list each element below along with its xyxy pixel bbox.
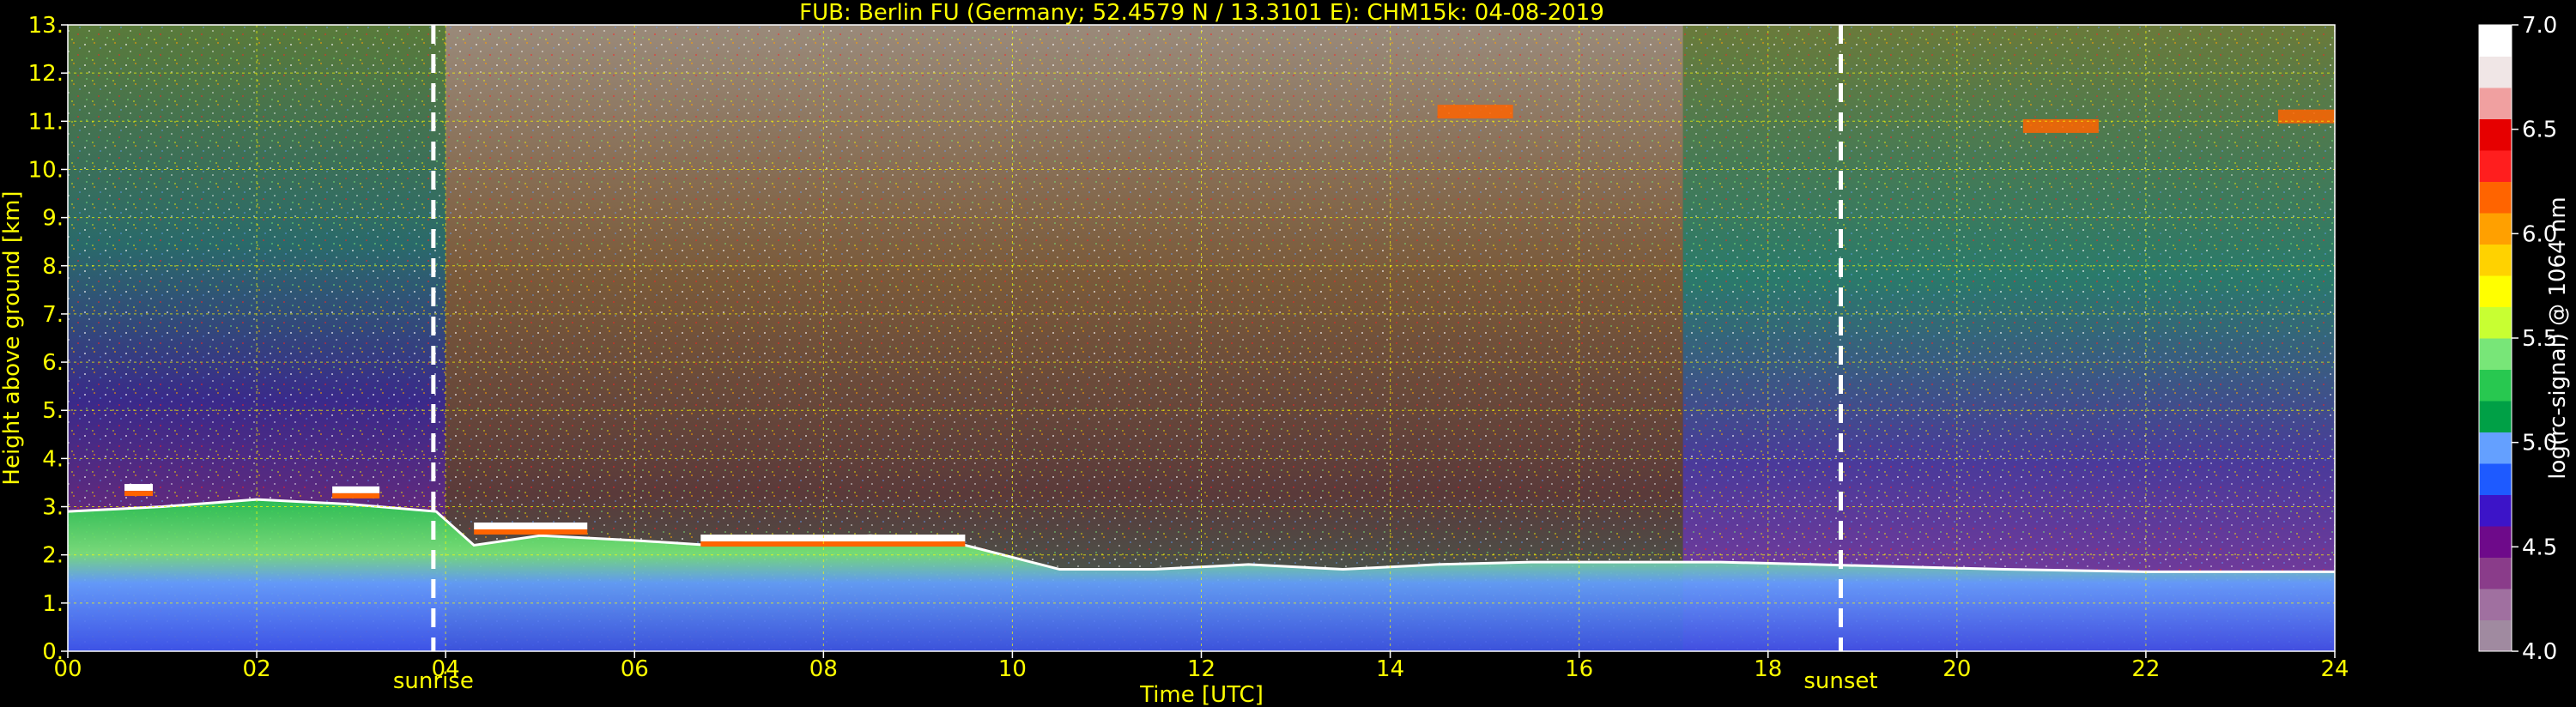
colorbar-segment bbox=[2479, 432, 2512, 464]
colorbar-segment bbox=[2479, 526, 2512, 558]
aerosol-layer bbox=[700, 535, 966, 542]
y-tick-label: 10. bbox=[28, 157, 64, 183]
aerosol-layer-base bbox=[474, 529, 588, 535]
colorbar-segment bbox=[2479, 494, 2512, 527]
y-axis-label: Height above ground [km] bbox=[0, 190, 25, 485]
x-tick-label: 02 bbox=[243, 656, 271, 682]
colorbar-segment bbox=[2479, 181, 2512, 214]
x-tick-label: 16 bbox=[1565, 656, 1593, 682]
y-tick-label: 1. bbox=[42, 591, 64, 617]
x-axis-label: Time [UTC] bbox=[1139, 682, 1264, 707]
colorbar-segment bbox=[2479, 25, 2512, 57]
colorbar-segment bbox=[2479, 369, 2512, 402]
y-tick-label: 11. bbox=[28, 109, 64, 135]
y-tick-label: 12. bbox=[28, 61, 64, 87]
y-tick-label: 9. bbox=[42, 206, 64, 232]
y-tick-label: 7. bbox=[42, 302, 64, 328]
y-tick-label: 8. bbox=[42, 254, 64, 280]
aerosol-layer-base bbox=[700, 541, 966, 547]
colorbar-segment bbox=[2479, 338, 2512, 370]
colorbar-segment bbox=[2479, 619, 2512, 652]
colorbar-segment bbox=[2479, 275, 2512, 307]
cloud-patch bbox=[1437, 105, 1513, 119]
y-tick-label: 13. bbox=[28, 13, 64, 39]
y-tick-label: 3. bbox=[42, 495, 64, 521]
ceilometer-chart: sunrise sunset 00 02 04 06 08 10 12 14 16 18 20 22 24… bbox=[0, 0, 2571, 707]
colorbar-tick-label: 7.0 bbox=[2522, 13, 2557, 39]
colorbar-segment bbox=[2479, 118, 2512, 151]
colorbar-tick-label: 6.5 bbox=[2522, 118, 2557, 143]
y-tick-label: 0. bbox=[42, 639, 64, 665]
aerosol-layer-base bbox=[332, 492, 380, 499]
colorbar-segment bbox=[2479, 150, 2512, 182]
annotation-label: sunset bbox=[1803, 668, 1877, 694]
colorbar-segment bbox=[2479, 306, 2512, 339]
colorbar-segment bbox=[2479, 88, 2512, 119]
colorbar-tick-label: 4.0 bbox=[2522, 639, 2557, 665]
y-tick-label: 2. bbox=[42, 543, 64, 569]
y-tick-label: 4. bbox=[42, 446, 64, 472]
y-tick-label: 5. bbox=[42, 398, 64, 424]
colorbar-segment bbox=[2479, 463, 2512, 495]
y-tick-label: 6. bbox=[42, 350, 64, 376]
x-tick-label: 08 bbox=[809, 656, 838, 682]
colorbar-segment bbox=[2479, 213, 2512, 245]
x-tick-label: 04 bbox=[432, 656, 460, 682]
x-tick-label: 10 bbox=[998, 656, 1027, 682]
x-tick-label: 20 bbox=[1943, 656, 1971, 682]
colorbar-tick-label: 4.5 bbox=[2522, 535, 2557, 560]
x-tick-label: 14 bbox=[1376, 656, 1404, 682]
colorbar-label: log(rc-signal) @ 1064 nm bbox=[2545, 196, 2571, 479]
x-tick-label: 06 bbox=[621, 656, 649, 682]
x-tick-label: 12 bbox=[1187, 656, 1215, 682]
colorbar-segment bbox=[2479, 401, 2512, 432]
y-tick-labels: 0. 1. 2. 3. 4. 5. 6. 7. 8. 9. 10. 11. 12. 13. bbox=[28, 13, 68, 665]
chart-title: FUB: Berlin FU (Germany; 52.4579 N / 13.… bbox=[799, 0, 1604, 26]
aerosol-layer bbox=[332, 486, 380, 493]
x-tick-label: 24 bbox=[2320, 656, 2349, 682]
x-tick-label: 22 bbox=[2131, 656, 2160, 682]
colorbar-segment bbox=[2479, 589, 2512, 620]
aerosol-layer bbox=[474, 523, 588, 529]
aerosol-layer-base bbox=[124, 491, 154, 497]
aerosol-layer bbox=[124, 484, 154, 492]
x-tick-label: 18 bbox=[1754, 656, 1782, 682]
colorbar-segment bbox=[2479, 56, 2512, 88]
colorbar-segment bbox=[2479, 557, 2512, 589]
colorbar-segment bbox=[2479, 244, 2512, 276]
